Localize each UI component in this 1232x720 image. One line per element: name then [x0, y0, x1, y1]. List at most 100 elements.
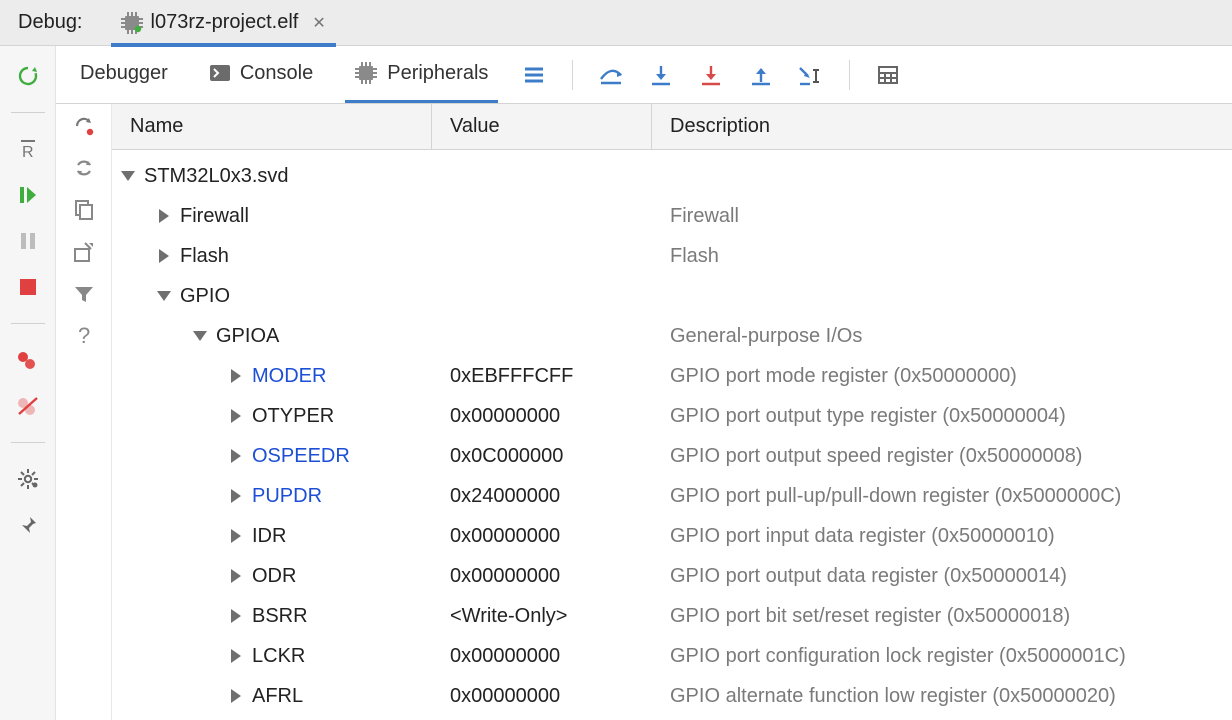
- separator: [11, 442, 45, 443]
- disclosure-icon[interactable]: [192, 328, 208, 344]
- node-label: OSPEEDR: [252, 445, 350, 468]
- node-label: IDR: [252, 525, 286, 548]
- settings-icon[interactable]: [12, 465, 44, 493]
- column-description[interactable]: Description: [652, 104, 1232, 149]
- node-value: 0x0C000000: [432, 445, 652, 468]
- tab-label: Peripherals: [387, 62, 488, 85]
- node-value: <Write-Only>: [432, 605, 652, 628]
- force-step-into-icon[interactable]: [697, 61, 725, 89]
- help-icon[interactable]: ?: [68, 322, 100, 350]
- node-description: GPIO port bit set/reset register (0x5000…: [652, 605, 1232, 628]
- disclosure-icon[interactable]: [228, 688, 244, 704]
- node-label: ODR: [252, 565, 296, 588]
- tree-root[interactable]: STM32L0x3.svd: [112, 156, 1232, 196]
- tree-row[interactable]: GPIOAGeneral-purpose I/Os: [112, 316, 1232, 356]
- copy-icon[interactable]: [68, 196, 100, 224]
- node-value: 0x00000000: [432, 685, 652, 708]
- pin-icon[interactable]: [12, 511, 44, 539]
- separator: [11, 323, 45, 324]
- tree-row[interactable]: Flash Flash: [112, 236, 1232, 276]
- filter-icon[interactable]: [68, 280, 100, 308]
- left-rail: R: [0, 46, 56, 720]
- disclosure-icon[interactable]: [156, 248, 172, 264]
- r-overline-icon[interactable]: R: [12, 135, 44, 163]
- export-icon[interactable]: [68, 238, 100, 266]
- tree-row[interactable]: OSPEEDR 0x0C000000GPIO port output speed …: [112, 436, 1232, 476]
- peripheral-tree[interactable]: STM32L0x3.svd FirewallFirewallFlashFlash…: [112, 150, 1232, 720]
- tree-row[interactable]: AFRL 0x00000000GPIO alternate function lo…: [112, 676, 1232, 716]
- file-name: l073rz-project.elf: [151, 11, 299, 34]
- node-value: 0x00000000: [432, 525, 652, 548]
- disclosure-icon[interactable]: [228, 448, 244, 464]
- tab-peripherals[interactable]: Peripherals: [345, 46, 498, 103]
- disclosure-icon[interactable]: [156, 208, 172, 224]
- node-description: GPIO port output type register (0x500000…: [652, 405, 1232, 428]
- disclosure-icon[interactable]: [228, 368, 244, 384]
- node-description: GPIO port configuration lock register (0…: [652, 645, 1232, 668]
- column-name[interactable]: Name: [112, 104, 432, 149]
- node-label: Flash: [180, 245, 229, 268]
- disclosure-icon[interactable]: [228, 488, 244, 504]
- disclosure-icon[interactable]: [228, 408, 244, 424]
- close-icon[interactable]: ✕: [312, 13, 325, 33]
- pause-icon[interactable]: [12, 227, 44, 255]
- node-label: OTYPER: [252, 405, 334, 428]
- file-tab[interactable]: l073rz-project.elf ✕: [111, 2, 336, 47]
- step-out-icon[interactable]: [747, 61, 775, 89]
- node-description: General-purpose I/Os: [652, 325, 1232, 348]
- disclosure-icon[interactable]: [228, 568, 244, 584]
- tree-row[interactable]: OTYPER 0x00000000GPIO port output type re…: [112, 396, 1232, 436]
- node-label: AFRL: [252, 685, 303, 708]
- tree-row[interactable]: ODR0x00000000GPIO port output data regis…: [112, 556, 1232, 596]
- run-to-cursor-icon[interactable]: [797, 61, 825, 89]
- step-into-icon[interactable]: [647, 61, 675, 89]
- disclosure-icon[interactable]: [228, 528, 244, 544]
- tab-console[interactable]: Console: [200, 46, 323, 103]
- node-description: GPIO port mode register (0x50000000): [652, 365, 1232, 388]
- tree-row[interactable]: GPIO: [112, 276, 1232, 316]
- node-description: GPIO port output data register (0x500000…: [652, 565, 1232, 588]
- tree-row[interactable]: LCKR0x00000000GPIO port configuration lo…: [112, 636, 1232, 676]
- tab-label: Console: [240, 62, 313, 85]
- tree-row[interactable]: IDR0x00000000GPIO port input data regist…: [112, 516, 1232, 556]
- tab-debugger[interactable]: Debugger: [70, 46, 178, 103]
- step-over-icon[interactable]: [597, 61, 625, 89]
- node-description: GPIO port output speed register (0x50000…: [652, 445, 1232, 468]
- tree-row[interactable]: PUPDR 0x24000000GPIO port pull-up/pull-do…: [112, 476, 1232, 516]
- node-value: 0x24000000: [432, 485, 652, 508]
- disclosure-icon[interactable]: [156, 288, 172, 304]
- node-value: 0x00000000: [432, 405, 652, 428]
- debug-label: Debug:: [18, 11, 83, 34]
- breakpoints-icon[interactable]: [12, 346, 44, 374]
- lines-icon[interactable]: [520, 61, 548, 89]
- node-description: Flash: [652, 245, 1232, 268]
- mute-breakpoints-icon[interactable]: [12, 392, 44, 420]
- title-bar: Debug: l073rz-project.elf ✕: [0, 0, 1232, 46]
- node-label: Firewall: [180, 205, 249, 228]
- node-value: 0x00000000: [432, 645, 652, 668]
- node-label: PUPDR: [252, 485, 322, 508]
- tree-row[interactable]: MODER0xEBFFFCFFGPIO port mode register (…: [112, 356, 1232, 396]
- node-description: Firewall: [652, 205, 1232, 228]
- node-label: STM32L0x3.svd: [144, 165, 289, 188]
- disclosure-icon[interactable]: [120, 168, 136, 184]
- refresh-icon[interactable]: [68, 112, 100, 140]
- resume-icon[interactable]: [12, 181, 44, 209]
- svg-text:R: R: [22, 144, 34, 160]
- tree-row[interactable]: Firewall Firewall: [112, 196, 1232, 236]
- node-description: GPIO alternate function low register (0x…: [652, 685, 1232, 708]
- column-header-row: Name Value Description: [112, 104, 1232, 150]
- rerun-icon[interactable]: [12, 62, 44, 90]
- tree-row[interactable]: BSRR<Write-Only>GPIO port bit set/reset …: [112, 596, 1232, 636]
- node-description: GPIO port pull-up/pull-down register (0x…: [652, 485, 1232, 508]
- node-label: MODER: [252, 365, 326, 388]
- node-label: GPIO: [180, 285, 230, 308]
- disclosure-icon[interactable]: [228, 648, 244, 664]
- evaluate-expression-icon[interactable]: [874, 61, 902, 89]
- stop-icon[interactable]: [12, 273, 44, 301]
- column-value[interactable]: Value: [432, 104, 652, 149]
- disclosure-icon[interactable]: [228, 608, 244, 624]
- chip-icon: [355, 62, 377, 84]
- sync-icon[interactable]: [68, 154, 100, 182]
- tool-tabbar: Debugger Console Peripherals: [56, 46, 1232, 104]
